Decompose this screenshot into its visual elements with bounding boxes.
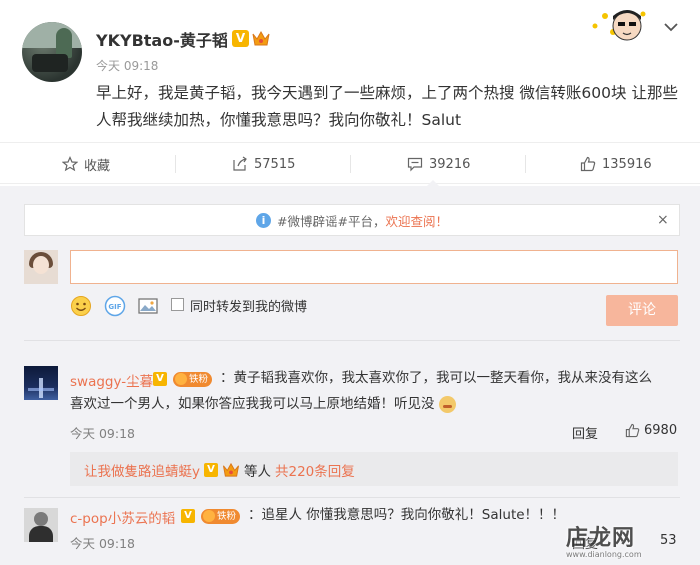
notice-prefix: #微博辟谣#平台，	[277, 213, 386, 229]
fan-badge: 铁粉	[173, 372, 213, 387]
repost-button[interactable]: 57515	[232, 143, 295, 185]
action-bar: 收藏 57515 39216 135916	[0, 142, 700, 184]
like-button[interactable]: 135916	[580, 143, 652, 185]
verified-badge-icon: V	[181, 509, 195, 523]
site-watermark: 店龙网 www.dianlong.com	[566, 520, 642, 559]
reply-button[interactable]: 回复	[572, 423, 598, 442]
repost-checkbox[interactable]	[171, 298, 184, 311]
repost-count: 57515	[254, 156, 296, 172]
svg-text:GIF: GIF	[108, 303, 121, 311]
crown-badge-icon	[252, 30, 270, 46]
verified-badge-icon: V	[153, 372, 167, 386]
comment-button[interactable]: 39216	[407, 143, 470, 185]
commenter-avatar[interactable]	[24, 508, 58, 542]
favorite-label: 收藏	[84, 158, 111, 174]
comment-like-count: 6980	[644, 423, 678, 438]
post-time: 今天 09:18	[96, 59, 159, 73]
comment-text-continued: 喜欢过一个男人，如果你答应我我可以马上原地结婚！听见没	[70, 392, 630, 417]
divider	[350, 155, 351, 173]
verified-badge-icon: V	[204, 463, 218, 477]
poster-username[interactable]: YKYBtao-黄子韬	[96, 27, 228, 51]
thumbs-up-icon	[580, 156, 596, 172]
poster-avatar[interactable]	[22, 22, 82, 82]
divider	[24, 340, 680, 341]
comment-icon	[407, 157, 423, 172]
gif-icon[interactable]: GIF	[104, 295, 126, 317]
chevron-down-icon[interactable]	[662, 20, 680, 34]
comment-pointer-arrow	[426, 180, 440, 187]
notice-link[interactable]: 欢迎查阅！	[385, 211, 448, 230]
sub-replies-summary: 让我做隻路追蜻蜓y V 等人 共220条回复	[84, 460, 355, 480]
comment-time: 今天 09:18	[70, 426, 135, 441]
commenter-name[interactable]: swaggy-尘暮	[70, 370, 153, 390]
commenter-avatar[interactable]	[24, 366, 58, 400]
watermark-text: 店龙网	[566, 526, 636, 551]
comment-text-line2: 喜欢过一个男人，如果你答应我我可以马上原地结婚！听见没	[70, 396, 435, 412]
post-text: 早上好，我是黄子韬，我今天遇到了一些麻烦，上了两个热搜 微信转账600块 让那些…	[96, 84, 678, 129]
rumor-notice-banner: i #微博辟谣#平台， 欢迎查阅！	[24, 204, 680, 236]
image-icon[interactable]	[137, 295, 159, 317]
divider	[24, 497, 680, 498]
sub-reply-total[interactable]: 共220条回复	[275, 460, 355, 480]
comment-text: ：黄子韬我喜欢你，我太喜欢你了，我可以一整天看你，我从来没有这么	[220, 370, 652, 386]
sub-reply-middle: 等人	[244, 464, 271, 480]
star-icon	[62, 156, 78, 172]
weibo-post-card: YKYBtao-黄子韬 V 今天 09:18 早上好，我是黄子韬，我今天遇到了一…	[0, 0, 700, 565]
info-icon: i	[256, 212, 272, 228]
emoji-icon	[438, 395, 456, 413]
current-user-avatar	[24, 250, 58, 284]
favorite-button[interactable]: 收藏	[62, 143, 110, 185]
divider	[525, 155, 526, 173]
divider	[175, 155, 176, 173]
crown-badge-icon	[223, 462, 239, 477]
comment-like-count[interactable]: 53	[660, 533, 677, 548]
verified-badge-icon: V	[232, 30, 249, 47]
repost-checkbox-label: 同时转发到我的微博	[190, 300, 308, 315]
comment-count: 39216	[429, 156, 471, 172]
sub-reply-user[interactable]: 让我做隻路追蜻蜓y	[84, 460, 200, 480]
fan-badge: 铁粉	[201, 509, 241, 524]
close-icon[interactable]: ×	[657, 212, 669, 228]
emoji-icon[interactable]	[70, 295, 92, 317]
submit-comment-button[interactable]: 评论	[606, 295, 678, 326]
comment-time: 今天 09:18	[70, 536, 135, 551]
comment-like-button[interactable]: 6980	[625, 423, 677, 438]
thumbs-up-icon	[625, 423, 640, 438]
comment-input[interactable]	[70, 250, 678, 284]
watermark-url: www.dianlong.com	[566, 550, 642, 559]
commenter-name[interactable]: c-pop小苏云的韬	[70, 507, 175, 527]
like-count: 135916	[602, 156, 652, 172]
cartoon-sticker-icon	[592, 10, 646, 41]
share-icon	[233, 156, 247, 171]
